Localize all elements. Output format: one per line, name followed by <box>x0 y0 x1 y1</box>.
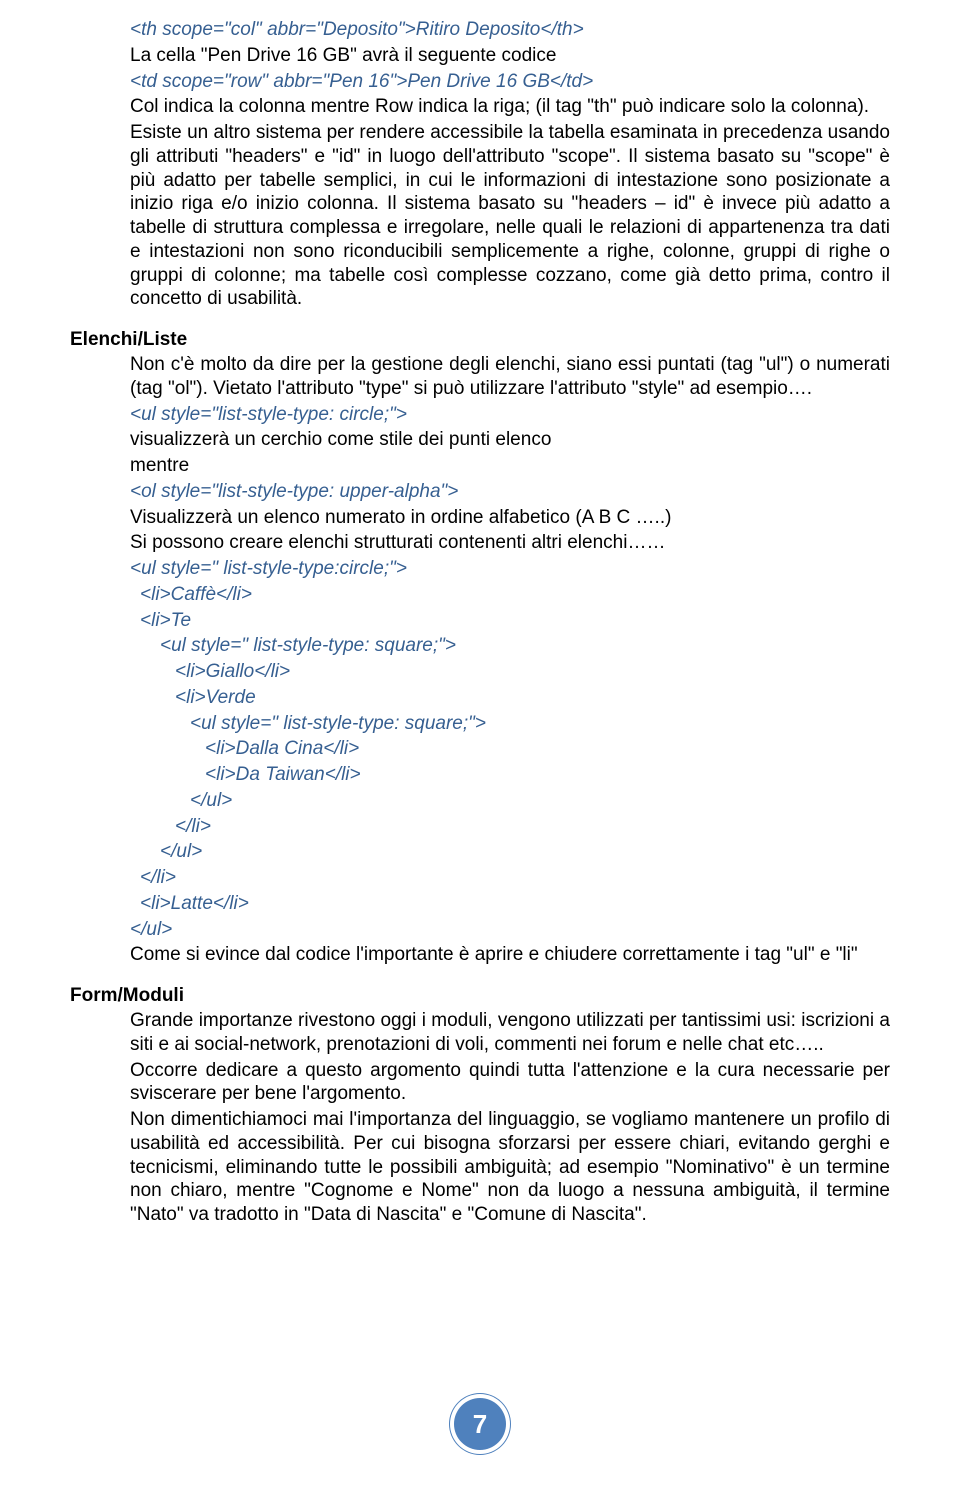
heading-form: Form/Moduli <box>70 985 890 1007</box>
elenchi-code4: <li>Caffè</li> <box>140 583 890 607</box>
form-p2: Occorre dedicare a questo argomento quin… <box>130 1059 890 1107</box>
elenchi-code10: <li>Dalla Cina</li> <box>205 737 890 761</box>
elenchi-p6: Come si evince dal codice l'importante è… <box>130 943 890 967</box>
elenchi-code1: <ul style="list-style-type: circle;"> <box>130 403 890 427</box>
elenchi-code11: <li>Da Taiwan</li> <box>205 763 890 787</box>
code-line-th: <th scope="col" abbr="Deposito">Ritiro D… <box>130 18 890 42</box>
elenchi-code13: </li> <box>175 815 890 839</box>
code-line-td: <td scope="row" abbr="Pen 16">Pen Drive … <box>130 70 890 94</box>
elenchi-code14: </ul> <box>160 840 890 864</box>
elenchi-p4: Visualizzerà un elenco numerato in ordin… <box>130 506 890 530</box>
page-container: <th scope="col" abbr="Deposito">Ritiro D… <box>0 0 960 1494</box>
page-number-badge: 7 <box>450 1394 510 1454</box>
elenchi-code17: </ul> <box>130 918 890 942</box>
heading-elenchi: Elenchi/Liste <box>70 329 890 351</box>
text-paragraph-scope: Esiste un altro sistema per rendere acce… <box>130 121 890 311</box>
elenchi-code2: <ol style="list-style-type: upper-alpha"… <box>130 480 890 504</box>
elenchi-body: Non c'è molto da dire per la gestione de… <box>130 353 890 581</box>
elenchi-p5: Si possono creare elenchi strutturati co… <box>130 531 890 555</box>
form-p1: Grande importanze rivestono oggi i modul… <box>130 1009 890 1057</box>
top-indent-block: <th scope="col" abbr="Deposito">Ritiro D… <box>130 18 890 311</box>
elenchi-code5: <li>Te <box>140 609 890 633</box>
form-body: Grande importanze rivestono oggi i modul… <box>130 1009 890 1227</box>
section-elenchi: Elenchi/Liste Non c'è molto da dire per … <box>70 329 890 967</box>
text-line-colrow: Col indica la colonna mentre Row indica … <box>130 95 890 119</box>
elenchi-p1: Non c'è molto da dire per la gestione de… <box>130 353 890 401</box>
elenchi-code12: </ul> <box>190 789 890 813</box>
text-line-cella: La cella "Pen Drive 16 GB" avrà il segue… <box>130 44 890 68</box>
elenchi-body2: Come si evince dal codice l'importante è… <box>130 943 890 967</box>
elenchi-p2: visualizzerà un cerchio come stile dei p… <box>130 428 890 452</box>
form-p3: Non dimentichiamoci mai l'importanza del… <box>130 1108 890 1227</box>
elenchi-code3: <ul style=" list-style-type:circle;"> <box>130 557 890 581</box>
page-number-text: 7 <box>473 1409 487 1440</box>
section-form: Form/Moduli Grande importanze rivestono … <box>70 985 890 1227</box>
elenchi-code8: <li>Verde <box>175 686 890 710</box>
elenchi-p3: mentre <box>130 454 890 478</box>
elenchi-code15: </li> <box>140 866 890 890</box>
elenchi-code7: <li>Giallo</li> <box>175 660 890 684</box>
elenchi-code6: <ul style=" list-style-type: square;"> <box>160 634 890 658</box>
elenchi-code16: <li>Latte</li> <box>140 892 890 916</box>
elenchi-code9: <ul style=" list-style-type: square;"> <box>190 712 890 736</box>
